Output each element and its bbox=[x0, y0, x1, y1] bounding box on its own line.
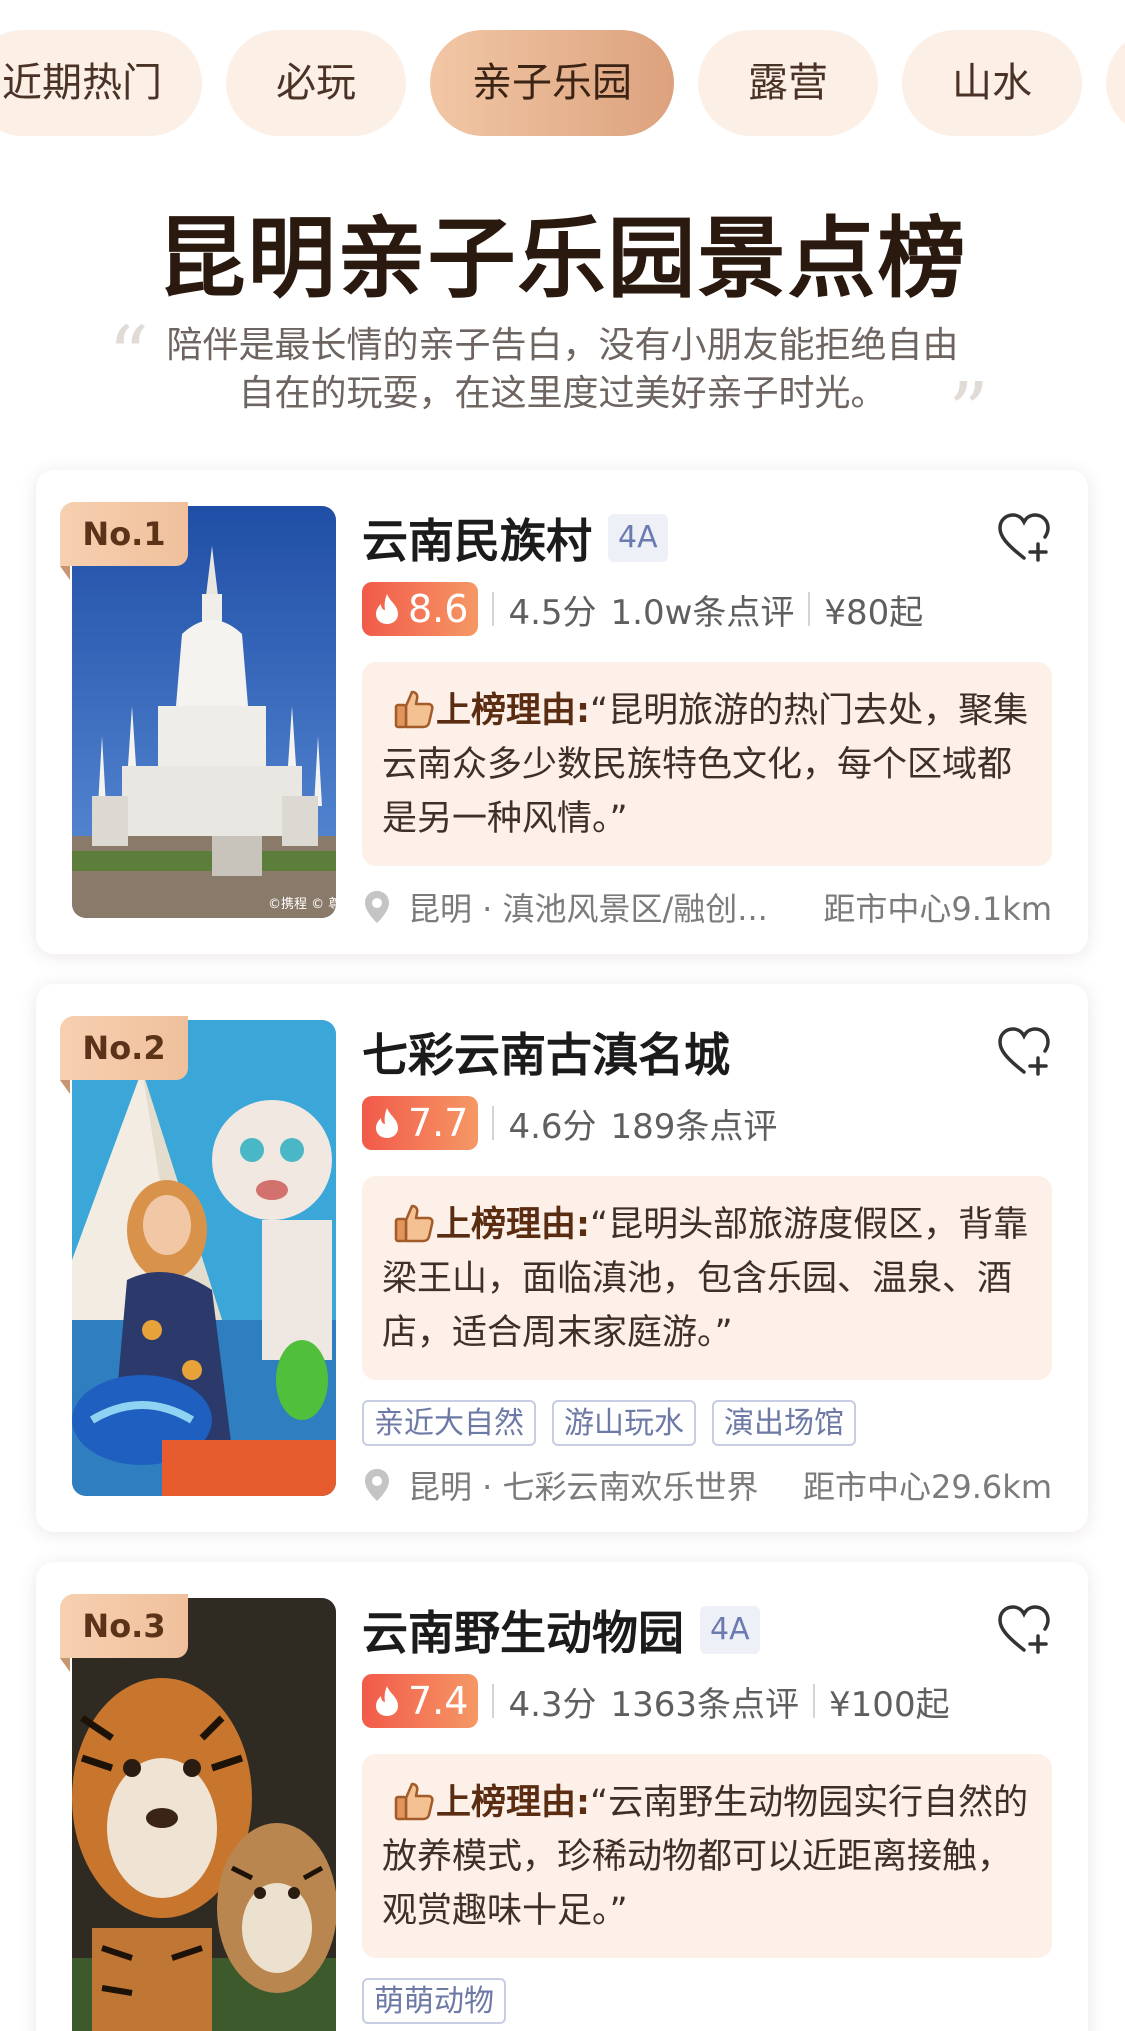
heat-score: 8.6 bbox=[362, 582, 479, 636]
chip-kids-park[interactable]: 亲子乐园 bbox=[430, 30, 674, 136]
page-title: 昆明亲子乐园景点榜 bbox=[157, 207, 968, 310]
attraction-info: 云南民族村 4A 8.6 4.5分 1.0w条点评 ¥80起 上榜理由:“昆明旅… bbox=[362, 506, 1052, 866]
tag-list: 亲近大自然 游山玩水 演出场馆 bbox=[362, 1400, 1052, 1446]
map-pin-icon bbox=[365, 891, 389, 923]
flame-icon bbox=[376, 1686, 398, 1716]
tag[interactable]: 演出场馆 bbox=[712, 1400, 856, 1446]
location-row[interactable]: 昆明 · 七彩云南欢乐世界 距市中心29.6km bbox=[362, 1462, 1052, 1508]
thumbs-up-icon bbox=[394, 1782, 434, 1821]
location-row[interactable]: 昆明 · 滇池风景区/融创... 距市中心9.1km bbox=[362, 884, 1052, 930]
heart-plus-icon[interactable] bbox=[996, 510, 1052, 566]
location-text: 昆明 · 七彩云南欢乐世界 bbox=[408, 1468, 759, 1506]
tag[interactable]: 亲近大自然 bbox=[362, 1400, 536, 1446]
reason-box: 上榜理由:“昆明旅游的热门去处，聚集云南众多少数民族特色文化，每个区域都是另一种… bbox=[362, 662, 1052, 866]
review-count[interactable]: 189条点评 bbox=[611, 1099, 778, 1148]
open-quote-icon: “ bbox=[108, 309, 149, 402]
reason-label: 上榜理由: bbox=[436, 691, 590, 731]
chip-more[interactable]: 周 bbox=[1106, 30, 1125, 136]
tigers-image bbox=[72, 1598, 336, 2031]
reason-box: 上榜理由:“云南野生动物园实行自然的放养模式，珍稀动物都可以近距离接触，观赏趣味… bbox=[362, 1754, 1052, 1958]
rating: 4.6分 bbox=[508, 1106, 597, 1147]
map-pin-icon bbox=[365, 1469, 389, 1501]
attraction-card-2[interactable]: No.2 七彩云南古滇名城 7.7 4.6分 189条点评 上榜理由:“昆明头部… bbox=[36, 984, 1088, 1532]
distance: 距市中心9.1km bbox=[823, 890, 1052, 928]
chip-camping[interactable]: 露营 bbox=[698, 30, 878, 136]
close-quote-icon: ” bbox=[948, 365, 989, 458]
price: ¥80起 bbox=[824, 592, 924, 633]
attraction-photo-kids-room[interactable] bbox=[72, 1020, 336, 1496]
pagoda-image: ©携程 © 尊 bbox=[72, 506, 336, 918]
grade-badge: 4A bbox=[700, 1606, 760, 1654]
reason-label: 上榜理由: bbox=[436, 1783, 590, 1823]
page-quote: “ 陪伴是最长情的亲子告白，没有小朋友能拒绝自由 自在的玩耍，在这里度过美好亲子… bbox=[100, 316, 1025, 452]
heart-plus-icon[interactable] bbox=[996, 1602, 1052, 1658]
tag[interactable]: 萌萌动物 bbox=[362, 1978, 506, 2024]
chip-must-play[interactable]: 必玩 bbox=[226, 30, 406, 136]
location-text: 昆明 · 滇池风景区/融创... bbox=[408, 890, 768, 928]
heat-value: 7.4 bbox=[408, 1679, 469, 1723]
attraction-info: 七彩云南古滇名城 7.7 4.6分 189条点评 上榜理由:“昆明头部旅游度假区… bbox=[362, 1020, 1052, 1446]
thumbs-up-icon bbox=[394, 690, 434, 729]
quote-line-2: 自在的玩耍，在这里度过美好亲子时光。 bbox=[238, 373, 887, 414]
reason-label: 上榜理由: bbox=[436, 1205, 590, 1245]
rank-badge: No.2 bbox=[60, 1016, 188, 1094]
distance: 距市中心29.6km bbox=[803, 1468, 1052, 1506]
attraction-name[interactable]: 七彩云南古滇名城 bbox=[362, 1019, 730, 1085]
attraction-photo-pagoda[interactable]: ©携程 © 尊 bbox=[72, 506, 336, 918]
thumbs-up-icon bbox=[394, 1204, 434, 1243]
heart-plus-icon[interactable] bbox=[996, 1024, 1052, 1080]
chip-recent-hot[interactable]: 近期热门 bbox=[0, 30, 202, 136]
kids-playroom-image bbox=[72, 1020, 336, 1496]
price: ¥100起 bbox=[829, 1684, 950, 1725]
rank-badge: No.1 bbox=[60, 502, 188, 580]
review-count[interactable]: 1.0w条点评 bbox=[611, 585, 795, 634]
grade-badge: 4A bbox=[608, 514, 668, 562]
attraction-photo-tigers[interactable] bbox=[72, 1598, 336, 2031]
review-count[interactable]: 1363条点评 bbox=[611, 1677, 800, 1726]
heat-value: 8.6 bbox=[408, 587, 469, 631]
photo-watermark: ©携程 © 尊 bbox=[268, 896, 336, 912]
page: 近期热门 必玩 亲子乐园 露营 山水 周 昆明亲子乐园景点榜 “ 陪伴是最长情的… bbox=[0, 0, 1125, 2031]
category-chips: 近期热门 必玩 亲子乐园 露营 山水 周 bbox=[0, 30, 1125, 136]
tag[interactable]: 游山玩水 bbox=[552, 1400, 696, 1446]
attraction-name[interactable]: 云南民族村 bbox=[362, 505, 592, 571]
tag-list: 萌萌动物 bbox=[362, 1978, 1052, 2024]
flame-icon bbox=[376, 594, 398, 624]
flame-icon bbox=[376, 1108, 398, 1138]
heat-score: 7.4 bbox=[362, 1674, 479, 1728]
attraction-name[interactable]: 云南野生动物园 bbox=[362, 1597, 684, 1663]
attraction-card-1[interactable]: No.1 ©携程 © 尊 云南民族村 4A 8.6 4.5分 1.0w条点评 ¥… bbox=[36, 470, 1088, 954]
rating: 4.5分 bbox=[508, 592, 597, 633]
rank-badge: No.3 bbox=[60, 1594, 188, 1672]
attraction-card-3[interactable]: No.3 云南野生动物园 4A 7.4 4.3分 1363条点评 ¥100起 上… bbox=[36, 1562, 1088, 2031]
reason-box: 上榜理由:“昆明头部旅游度假区，背靠梁王山，面临滇池，包含乐园、温泉、酒店，适合… bbox=[362, 1176, 1052, 1380]
attraction-info: 云南野生动物园 4A 7.4 4.3分 1363条点评 ¥100起 上榜理由:“… bbox=[362, 1598, 1052, 2024]
rating: 4.3分 bbox=[508, 1684, 597, 1725]
heat-score: 7.7 bbox=[362, 1096, 479, 1150]
chip-landscape[interactable]: 山水 bbox=[902, 30, 1082, 136]
quote-line-1: 陪伴是最长情的亲子告白，没有小朋友能拒绝自由 bbox=[166, 325, 959, 366]
heat-value: 7.7 bbox=[408, 1101, 469, 1145]
